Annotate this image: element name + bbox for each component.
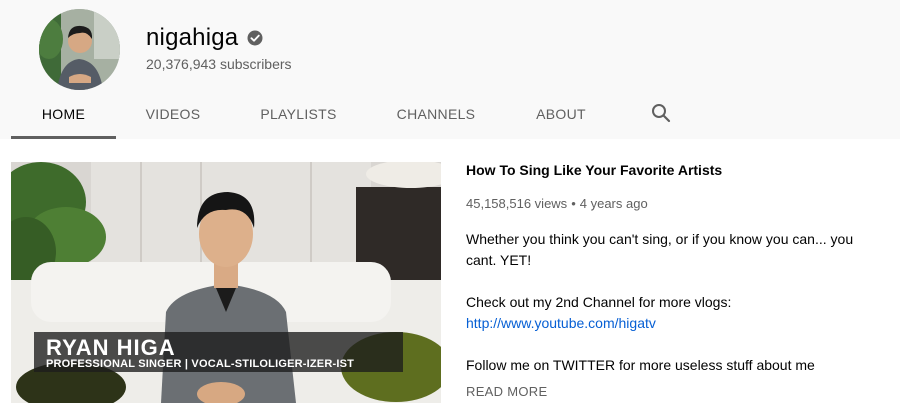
channel-avatar[interactable] bbox=[39, 9, 120, 90]
search-icon[interactable] bbox=[651, 103, 671, 123]
description-line: Check out my 2nd Channel for more vlogs: bbox=[466, 294, 732, 310]
subscriber-count: 20,376,943 subscribers bbox=[146, 56, 292, 72]
thumbnail-subtitle-text: PROFESSIONAL SINGER | VOCAL-STILOLIGER-I… bbox=[46, 358, 355, 370]
read-more-button[interactable]: READ MORE bbox=[466, 384, 547, 399]
video-description: Whether you think you can't sing, or if … bbox=[466, 229, 886, 376]
tab-channels[interactable]: CHANNELS bbox=[387, 94, 485, 136]
tab-videos[interactable]: VIDEOS bbox=[137, 94, 209, 136]
channel-name: nigahiga bbox=[146, 24, 239, 51]
tab-home[interactable]: HOME bbox=[11, 94, 116, 139]
avatar-image bbox=[39, 9, 120, 90]
tab-about[interactable]: ABOUT bbox=[529, 94, 593, 136]
meta-separator: • bbox=[571, 196, 576, 211]
view-count: 45,158,516 views bbox=[466, 196, 568, 211]
featured-video-thumbnail[interactable]: RYAN HIGA PROFESSIONAL SINGER | VOCAL-ST… bbox=[11, 162, 441, 403]
tab-playlists[interactable]: PLAYLISTS bbox=[251, 94, 346, 136]
channel-header: nigahiga 20,376,943 subscribers HOME VID… bbox=[0, 0, 900, 139]
video-metadata: 45,158,516 views • 4 years ago bbox=[466, 196, 648, 211]
thumbnail-caption: RYAN HIGA PROFESSIONAL SINGER | VOCAL-ST… bbox=[34, 332, 403, 372]
verified-badge-icon bbox=[247, 30, 263, 46]
description-line: Follow me on TWITTER for more useless st… bbox=[466, 357, 815, 373]
video-title[interactable]: How To Sing Like Your Favorite Artists bbox=[466, 162, 722, 178]
description-link[interactable]: http://www.youtube.com/higatv bbox=[466, 315, 656, 331]
upload-age: 4 years ago bbox=[579, 196, 648, 211]
description-line: Whether you think you can't sing, or if … bbox=[466, 231, 854, 268]
